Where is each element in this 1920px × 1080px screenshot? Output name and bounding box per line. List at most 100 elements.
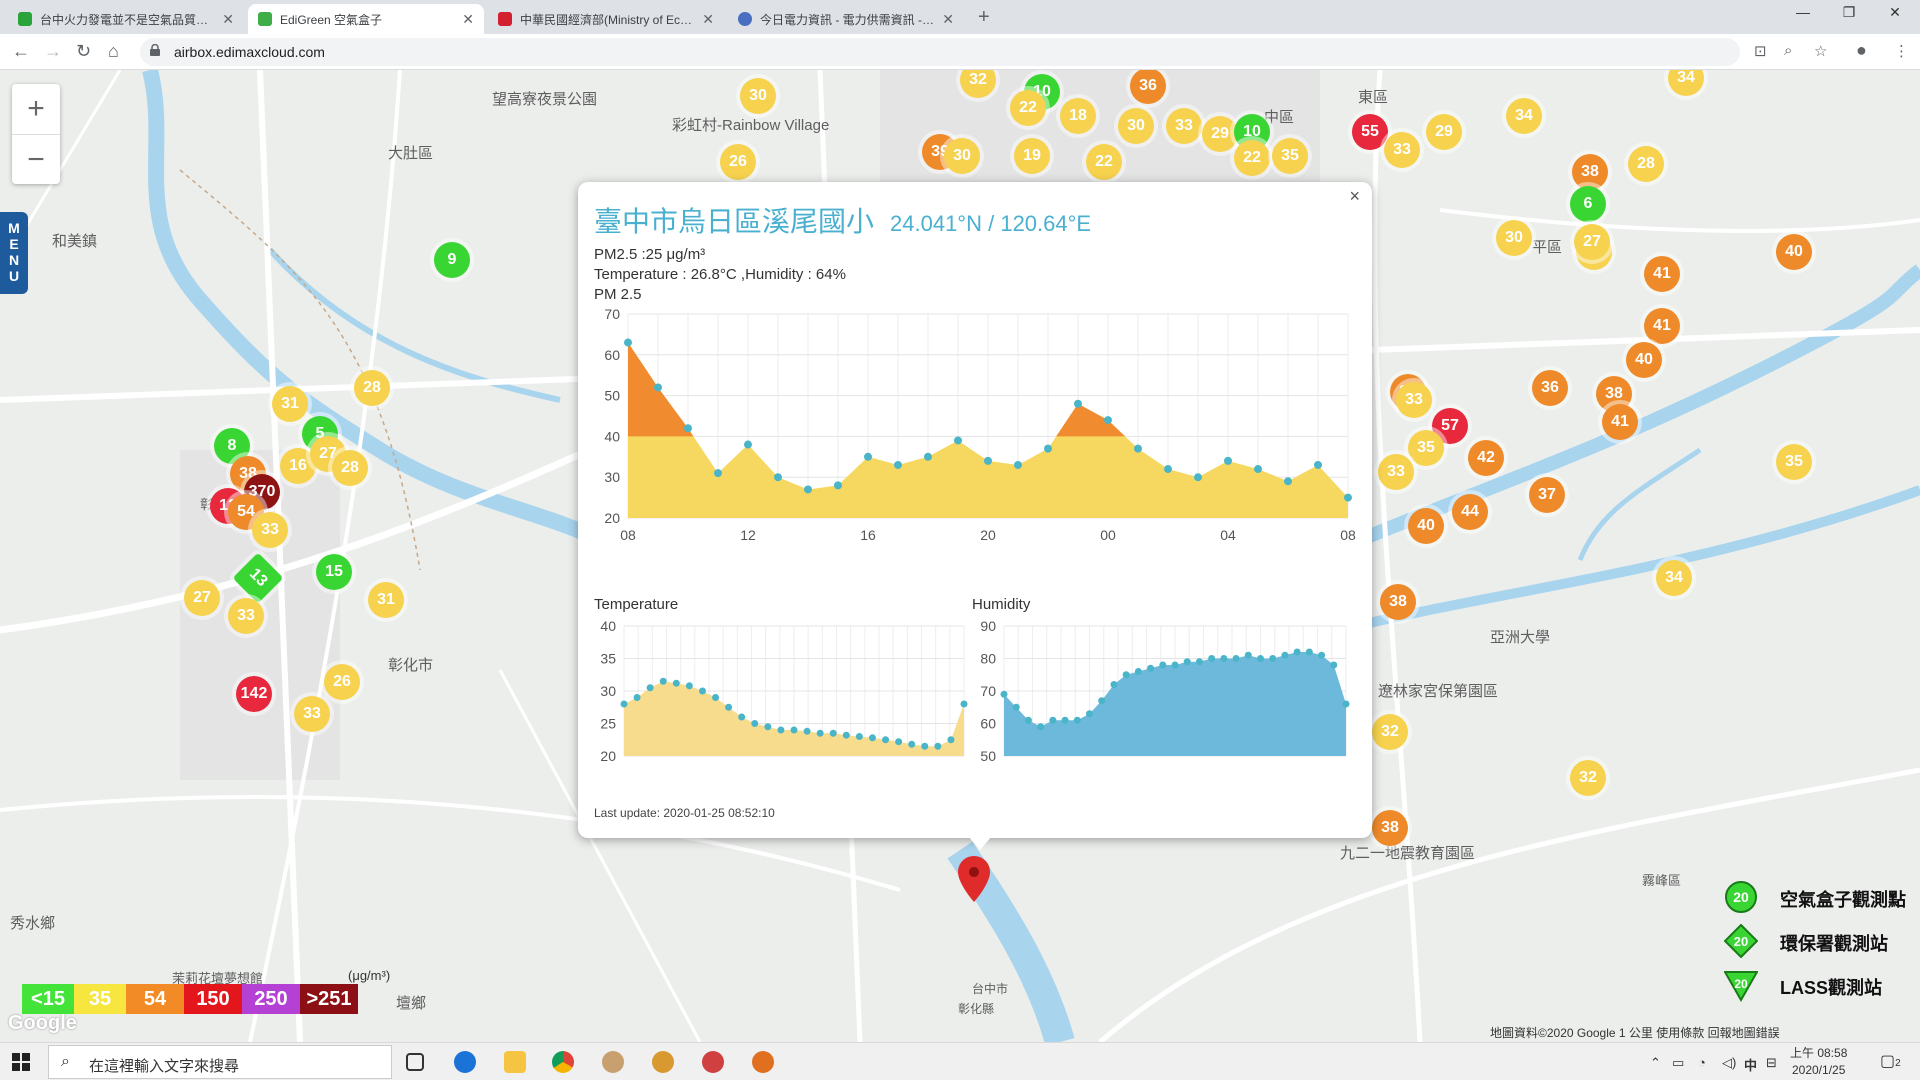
back-icon[interactable]: ← (12, 41, 30, 62)
station-marker[interactable]: 33 (252, 512, 288, 548)
station-marker[interactable]: 22 (1086, 144, 1122, 180)
station-marker[interactable]: 29 (1202, 116, 1238, 152)
station-marker[interactable]: 30 (944, 138, 980, 174)
station-marker[interactable]: 38 (1572, 154, 1608, 190)
battery-icon[interactable]: ▭ (1672, 1055, 1684, 1071)
data-point (764, 723, 772, 731)
keyboard-icon[interactable]: ⊟ (1766, 1055, 1777, 1071)
station-marker[interactable]: 26 (720, 144, 756, 180)
station-marker[interactable]: 30 (1496, 220, 1532, 256)
zoom-out-button[interactable]: − (12, 134, 60, 184)
tab-edigreen[interactable]: EdiGreen 空氣盒子 ✕ (248, 4, 484, 34)
station-marker[interactable]: 41 (1644, 256, 1680, 292)
taskbar-clock[interactable]: 上午 08:58 2020/1/25 (1790, 1045, 1847, 1079)
ime-indicator[interactable]: 中 (1744, 1055, 1757, 1074)
station-marker[interactable]: 18 (1060, 98, 1096, 134)
station-marker[interactable]: 40 (1776, 234, 1812, 270)
station-marker[interactable]: 40 (1408, 508, 1444, 544)
address-bar[interactable]: airbox.edimaxcloud.com (140, 38, 1740, 66)
station-marker[interactable]: 34 (1656, 560, 1692, 596)
app-icon[interactable] (702, 1051, 724, 1073)
station-marker[interactable]: 33 (228, 598, 264, 634)
station-marker[interactable]: 19 (1014, 138, 1050, 174)
notification-icon[interactable]: ▢2 (1880, 1051, 1901, 1071)
bookmark-star-icon[interactable]: ☆ (1814, 42, 1827, 60)
app-icon[interactable] (752, 1051, 774, 1073)
data-point (960, 700, 968, 708)
station-marker[interactable]: 33 (1166, 108, 1202, 144)
station-marker[interactable]: 42 (1468, 440, 1504, 476)
station-marker[interactable]: 33 (1396, 382, 1432, 418)
home-icon[interactable]: ⌂ (108, 41, 119, 62)
temp-chart-title: Temperature (594, 596, 679, 613)
station-marker[interactable]: 27 (184, 580, 220, 616)
zoom-in-button[interactable]: + (12, 84, 60, 134)
close-tab-icon[interactable]: ✕ (462, 11, 474, 28)
station-marker[interactable]: 9 (434, 242, 470, 278)
station-marker[interactable]: 35 (1272, 138, 1308, 174)
new-tab-icon[interactable]: + (978, 6, 990, 29)
task-view-icon[interactable] (406, 1053, 424, 1071)
popup-close-button[interactable]: × (1349, 186, 1360, 207)
station-marker[interactable]: 29 (1426, 114, 1462, 150)
station-marker[interactable]: 31 (368, 582, 404, 618)
station-marker[interactable]: 37 (1529, 477, 1565, 513)
restore-icon[interactable]: ❐ (1826, 4, 1872, 21)
station-marker[interactable]: 28 (1628, 146, 1664, 182)
app-icon[interactable] (652, 1051, 674, 1073)
network-icon[interactable]: ◔ (1698, 1055, 1706, 1070)
station-marker[interactable]: 41 (1602, 404, 1638, 440)
close-tab-icon[interactable]: ✕ (702, 11, 714, 28)
close-window-icon[interactable]: ✕ (1872, 4, 1918, 21)
station-marker[interactable]: 30 (740, 78, 776, 114)
station-marker[interactable]: 33 (1384, 132, 1420, 168)
station-marker[interactable]: 41 (1644, 308, 1680, 344)
station-marker[interactable]: 32 (1570, 760, 1606, 796)
file-explorer-icon[interactable] (504, 1051, 526, 1073)
station-marker[interactable]: 38 (1380, 584, 1416, 620)
taskbar-search[interactable]: ⌕ 在這裡輸入文字來搜尋 (48, 1045, 392, 1079)
forward-icon[interactable]: → (44, 41, 62, 62)
station-marker[interactable]: 27 (1574, 224, 1610, 260)
zoom-icon[interactable]: ⌕ (1784, 42, 1792, 59)
translate-icon[interactable]: ⊡ (1754, 42, 1767, 60)
station-marker[interactable]: 15 (316, 554, 352, 590)
close-tab-icon[interactable]: ✕ (222, 11, 234, 28)
station-marker[interactable]: 30 (1118, 108, 1154, 144)
station-marker[interactable]: 31 (272, 386, 308, 422)
tray-chevron-icon[interactable]: ⌃ (1650, 1055, 1661, 1071)
minimize-icon[interactable]: — (1780, 4, 1826, 20)
app-icon[interactable] (602, 1051, 624, 1073)
edge-icon[interactable] (454, 1051, 476, 1073)
tab-power-info[interactable]: 今日電力資訊 - 電力供需資訊 - … ✕ (728, 4, 964, 34)
station-marker[interactable]: 33 (1378, 454, 1414, 490)
close-tab-icon[interactable]: ✕ (942, 11, 954, 28)
station-marker[interactable]: 28 (332, 450, 368, 486)
kebab-menu-icon[interactable]: ⋮ (1894, 42, 1909, 60)
profile-icon[interactable]: ● (1856, 40, 1867, 61)
station-marker[interactable]: 35 (1776, 444, 1812, 480)
station-marker[interactable]: 22 (1010, 90, 1046, 126)
menu-button[interactable]: M E N U (0, 212, 28, 294)
tab-moea[interactable]: 中華民國經濟部(Ministry of Eco… ✕ (488, 4, 724, 34)
chrome-icon[interactable] (552, 1051, 574, 1073)
station-marker[interactable]: 32 (1372, 714, 1408, 750)
station-marker[interactable]: 35 (1408, 430, 1444, 466)
station-marker[interactable]: 36 (1532, 370, 1568, 406)
selected-station-pin-icon[interactable] (958, 856, 990, 902)
tab-taichung-power[interactable]: 台中火力發電並不是空氣品質的… ✕ (8, 4, 244, 34)
station-marker[interactable]: 142 (236, 676, 272, 712)
station-marker[interactable]: 33 (294, 696, 330, 732)
station-marker[interactable]: 55 (1352, 114, 1388, 150)
station-marker[interactable]: 26 (324, 664, 360, 700)
reload-icon[interactable]: ↻ (76, 41, 91, 62)
station-marker[interactable]: 38 (1372, 810, 1408, 846)
station-marker[interactable]: 22 (1234, 140, 1270, 176)
station-marker[interactable]: 40 (1626, 342, 1662, 378)
volume-icon[interactable]: ◁) (1722, 1055, 1736, 1071)
station-marker[interactable]: 6 (1570, 186, 1606, 222)
station-marker[interactable]: 28 (354, 370, 390, 406)
station-marker[interactable]: 34 (1506, 98, 1542, 134)
windows-start-icon[interactable] (12, 1053, 30, 1071)
station-marker[interactable]: 44 (1452, 494, 1488, 530)
